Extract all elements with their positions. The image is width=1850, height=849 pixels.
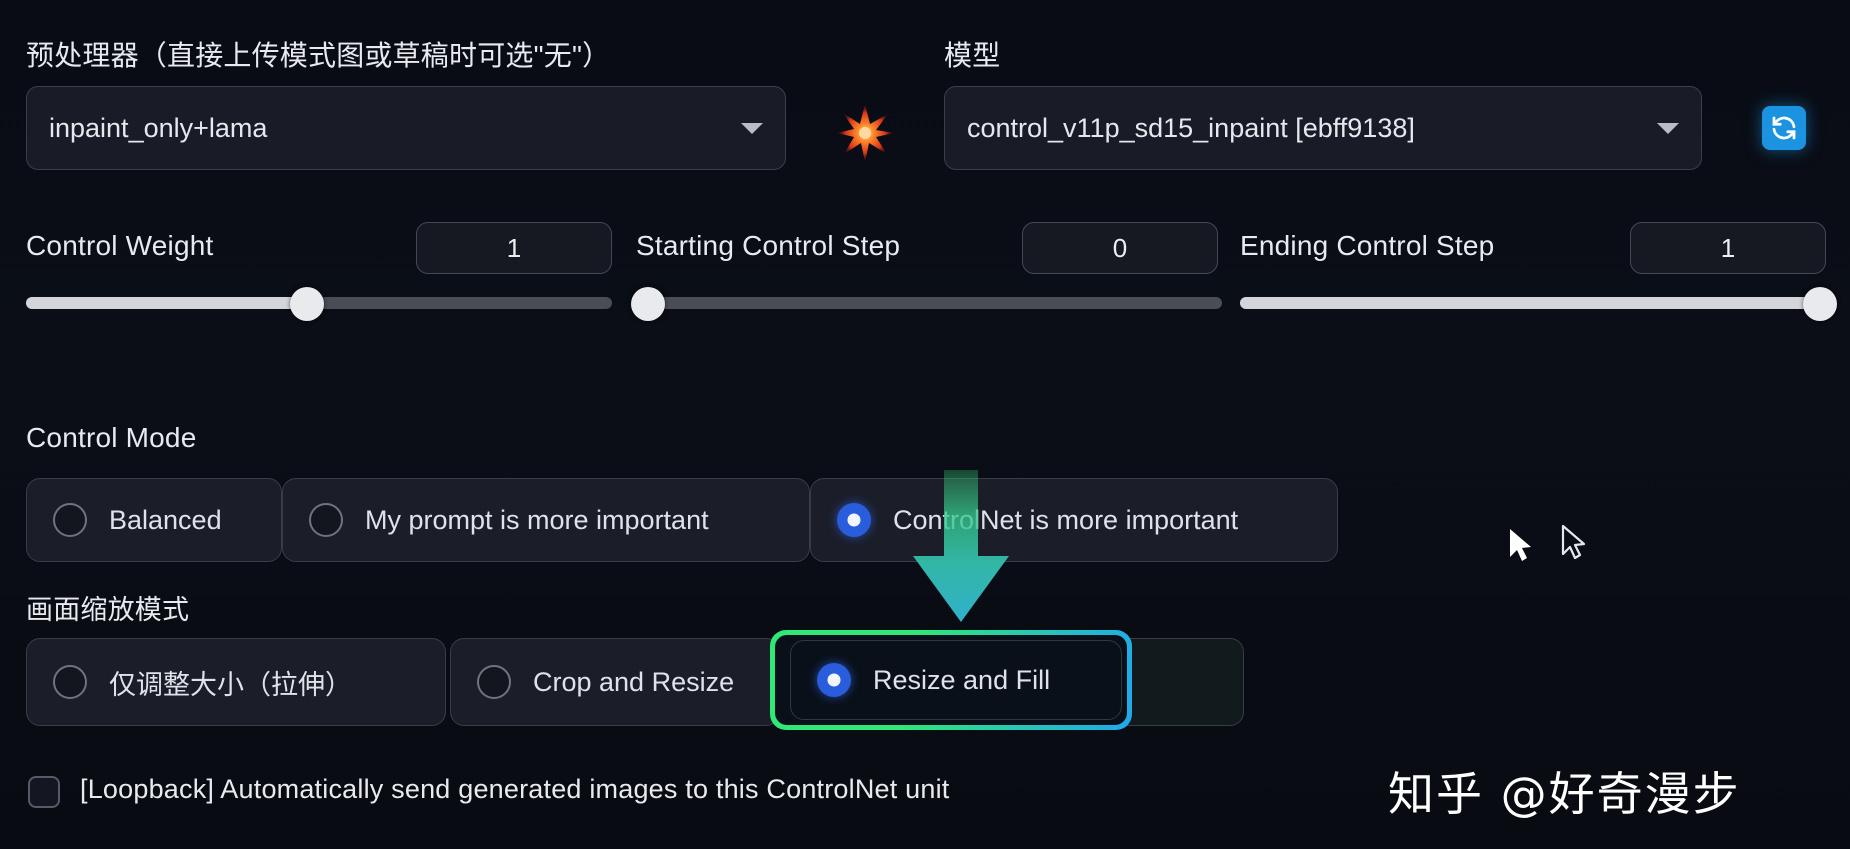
radio-icon[interactable] — [837, 503, 871, 537]
resize-mode-option-label-overlay: Resize and Fill — [873, 664, 1051, 695]
control-mode-option-balanced[interactable]: Balanced — [26, 478, 282, 562]
control-mode-label: Control Mode — [26, 422, 197, 453]
model-value: control_v11p_sd15_inpaint [ebff9138] — [967, 112, 1415, 143]
starting-control-step-label: Starting Control Step — [636, 230, 901, 261]
radio-icon[interactable] — [53, 503, 87, 537]
model-label: 模型 — [944, 40, 1001, 71]
control-weight-label: Control Weight — [26, 230, 214, 261]
resize-and-fill-overlay[interactable]: Resize and Fill — [790, 640, 1122, 720]
ending-control-step-input[interactable]: 1 — [1630, 222, 1826, 274]
control-mode-option-label: My prompt is more important — [365, 504, 709, 535]
control-weight-slider[interactable] — [26, 287, 612, 321]
resize-mode-option-label: Crop and Resize — [533, 666, 735, 697]
resize-mode-option-just-resize[interactable]: 仅调整大小（拉伸） — [26, 638, 446, 726]
control-mode-option-my-prompt[interactable]: My prompt is more important — [282, 478, 810, 562]
ending-control-step-label: Ending Control Step — [1240, 230, 1495, 261]
controlnet-panel: 预处理器（直接上传模式图或草稿时可选"无"） inpaint_only+lama… — [0, 0, 1850, 849]
resize-mode-option-crop-and-resize[interactable]: Crop and Resize — [450, 638, 780, 726]
control-mode-option-label: Balanced — [109, 504, 222, 535]
watermark-text: 知乎 @好奇漫步 — [1388, 767, 1741, 821]
radio-icon[interactable] — [309, 503, 343, 537]
slider-track — [636, 297, 1222, 309]
control-mode-option-label: ControlNet is more important — [893, 504, 1239, 535]
chevron-down-icon — [741, 122, 763, 134]
model-dropdown[interactable]: control_v11p_sd15_inpaint [ebff9138] — [944, 86, 1702, 170]
ending-control-step-slider[interactable] — [1240, 287, 1838, 321]
radio-icon[interactable] — [477, 665, 511, 699]
refresh-icon[interactable] — [1762, 106, 1806, 150]
slider-thumb[interactable] — [630, 287, 665, 321]
loopback-label: [Loopback] Automatically send generated … — [80, 774, 950, 804]
preprocessor-label: 预处理器（直接上传模式图或草稿时可选"无"） — [26, 40, 611, 71]
slider-thumb[interactable] — [290, 287, 325, 321]
slider-thumb[interactable] — [1803, 287, 1838, 321]
mouse-cursor-outline — [1560, 524, 1588, 567]
chevron-down-icon — [1657, 122, 1679, 134]
slider-fill — [26, 297, 308, 309]
mouse-cursor-filled — [1508, 528, 1534, 569]
radio-icon[interactable] — [817, 663, 851, 697]
starting-control-step-input[interactable]: 0 — [1022, 222, 1218, 274]
preprocessor-value: inpaint_only+lama — [49, 112, 268, 143]
preprocessor-dropdown[interactable]: inpaint_only+lama — [26, 86, 786, 170]
slider-fill — [1240, 297, 1826, 309]
resize-mode-option-label: 仅调整大小（拉伸） — [109, 669, 352, 701]
sparkle-icon — [832, 100, 898, 171]
control-mode-option-controlnet[interactable]: ControlNet is more important — [810, 478, 1338, 562]
starting-control-step-slider[interactable] — [630, 287, 1222, 321]
control-weight-input[interactable]: 1 — [416, 222, 612, 274]
radio-icon[interactable] — [53, 665, 87, 699]
resize-mode-label: 画面缩放模式 — [26, 595, 190, 626]
loopback-checkbox[interactable] — [28, 776, 60, 808]
